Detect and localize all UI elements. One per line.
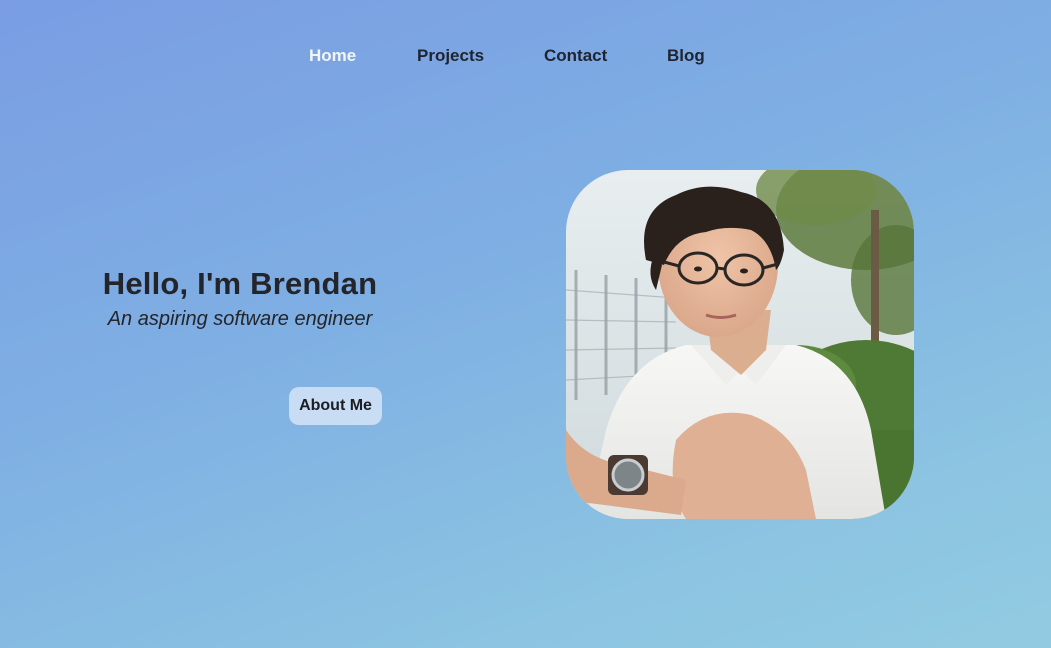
nav-link-projects[interactable]: Projects [417, 46, 484, 66]
main-nav: Home Projects Contact Blog [0, 46, 1051, 70]
nav-link-contact[interactable]: Contact [544, 46, 607, 66]
hero-intro: Hello, I'm Brendan An aspiring software … [60, 266, 420, 331]
portrait-illustration [566, 170, 914, 519]
hero-subtitle: An aspiring software engineer [107, 308, 373, 330]
portrait-photo [566, 170, 914, 519]
nav-link-home[interactable]: Home [309, 46, 356, 66]
about-me-button[interactable]: About Me [289, 387, 382, 425]
nav-link-blog[interactable]: Blog [667, 46, 705, 66]
hero-title: Hello, I'm Brendan [102, 266, 378, 301]
